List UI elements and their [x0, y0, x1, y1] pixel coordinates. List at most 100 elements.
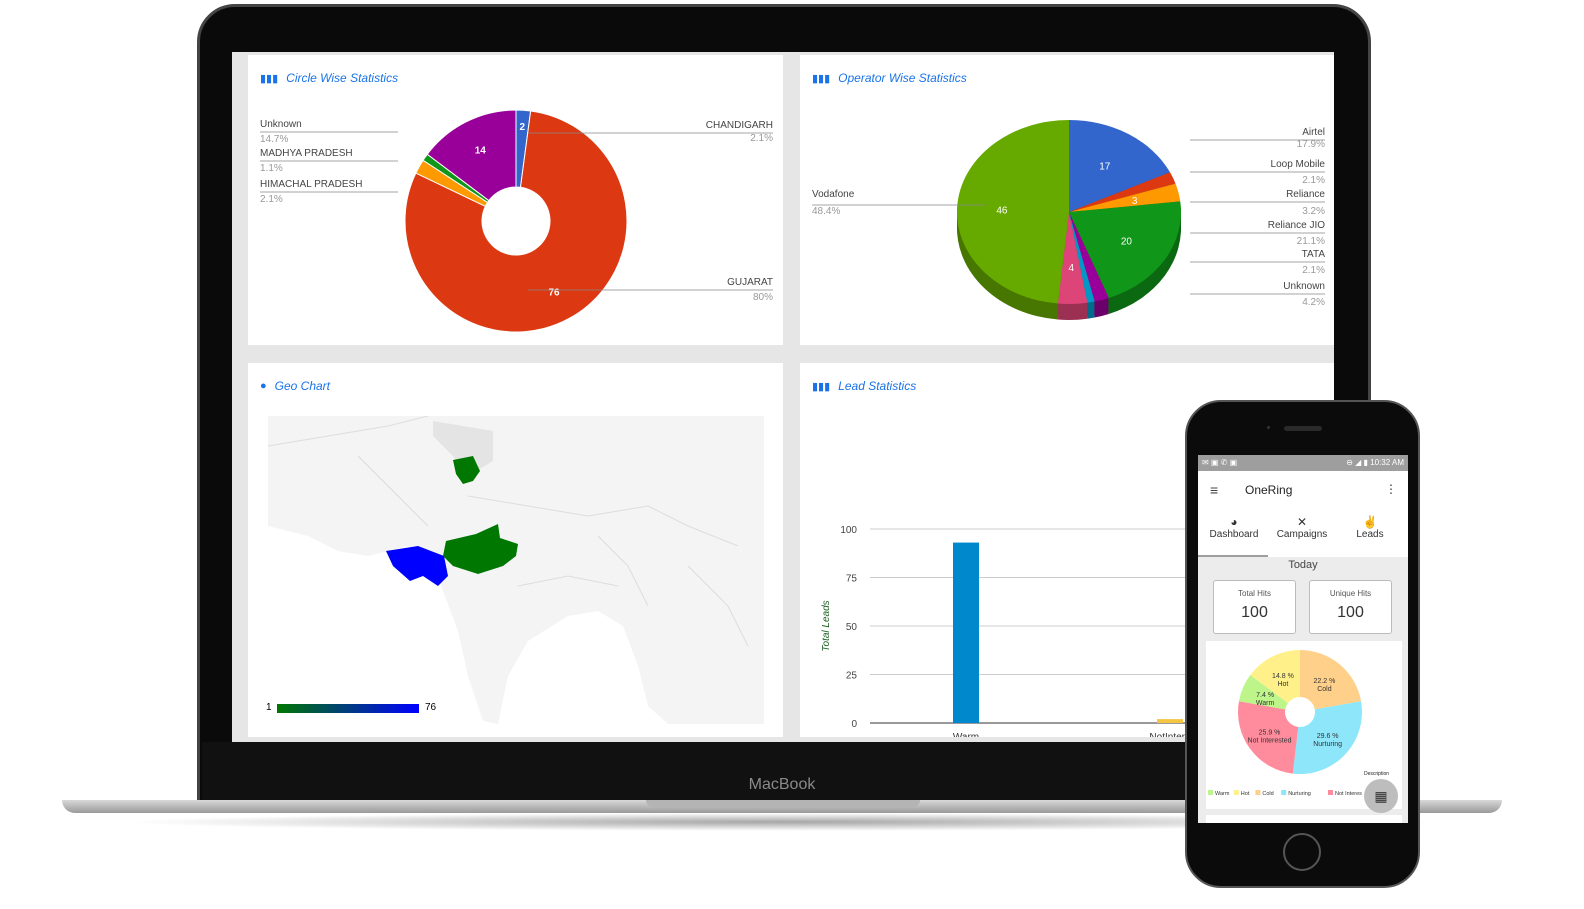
geo-map[interactable]	[268, 416, 764, 724]
slice-label: GUJARAT	[727, 277, 773, 288]
slice-value-label: 76	[549, 287, 561, 298]
y-tick-label: 100	[840, 525, 857, 536]
legend-max: 76	[425, 702, 437, 713]
home-button[interactable]	[1283, 833, 1321, 871]
bar	[1157, 719, 1183, 723]
total-hits-card: Total Hits 100	[1213, 580, 1296, 634]
section-title: Today	[1288, 559, 1318, 571]
slice-percent: 48.4%	[812, 206, 840, 217]
slice-percent: 80%	[753, 292, 773, 303]
x-tick-label: Warm	[953, 732, 979, 737]
slice-value-label: 17	[1099, 161, 1111, 172]
slice-label: Reliance JIO	[1268, 220, 1325, 231]
slice-percent: 2.1%	[1302, 265, 1325, 276]
card-value: 100	[1241, 604, 1268, 621]
next-card	[1206, 815, 1402, 823]
app-title: OneRing	[1245, 483, 1293, 497]
status-icons: ⊖ ◢ ▮	[1346, 458, 1371, 467]
y-tick-label: 25	[846, 671, 858, 682]
slice-value-label: 20	[1121, 237, 1133, 248]
y-tick-label: 50	[846, 622, 858, 633]
status-time: 10:32 AM	[1370, 458, 1404, 467]
description-label: Description	[1364, 771, 1390, 777]
unique-hits-card: Unique Hits 100	[1309, 580, 1392, 634]
slice-percent: 25.9 %	[1259, 730, 1281, 737]
slice-percent: 2.1%	[750, 133, 773, 144]
slice-label: Unknown	[260, 119, 302, 130]
slice-percent: 14.8 %	[1272, 673, 1294, 680]
calendar-fab[interactable]: ▦	[1364, 779, 1398, 813]
slice-label: MADHYA PRADESH	[260, 148, 353, 159]
slice-value-label: 2	[519, 122, 525, 133]
hand-icon: ✌	[1362, 515, 1378, 529]
notification-icons: ✉ ▣ ✆ ▣	[1202, 458, 1238, 467]
laptop-screen: ▮▮▮ Circle Wise Statistics 2 76 14 CHANDIGAR…	[232, 52, 1334, 742]
slice-percent: 2.1%	[1302, 175, 1325, 186]
slice-label: Not Interested	[1248, 738, 1292, 745]
slice-percent: 4.2%	[1302, 297, 1325, 308]
active-tab-indicator	[1198, 555, 1268, 557]
legend-min: 1	[266, 702, 272, 713]
operator-wise-panel: ▮▮▮ Operator Wise Statistics 17 3 20 4 46 Airt…	[800, 55, 1334, 345]
slice-percent: 7.4 %	[1256, 692, 1274, 699]
slice-label: TATA	[1302, 249, 1326, 260]
y-axis-title: Total Leads	[821, 600, 832, 651]
slice-percent: 21.1%	[1297, 236, 1325, 247]
panel-title: ● Geo Chart	[260, 379, 330, 393]
phone-camera	[1267, 426, 1270, 429]
slice-label: Airtel	[1302, 127, 1325, 138]
slice-label: Vodafone	[812, 189, 855, 200]
slice-label: Hot	[1277, 681, 1288, 688]
slice-percent: 22.2 %	[1314, 678, 1336, 685]
legend-label: Warm	[1215, 791, 1230, 797]
circle-wise-panel: ▮▮▮ Circle Wise Statistics 2 76 14 CHANDIGAR…	[248, 55, 783, 345]
tab-leads[interactable]: ✌ Leads	[1338, 515, 1402, 540]
laptop-notch	[646, 800, 920, 807]
y-tick-label: 0	[851, 719, 857, 730]
calendar-icon: ▦	[1374, 788, 1388, 804]
slice-value-label: 14	[475, 145, 487, 156]
color-scale-legend	[277, 704, 419, 713]
tab-campaigns[interactable]: ✕ Campaigns	[1270, 515, 1334, 540]
slice-percent: 3.2%	[1302, 206, 1325, 217]
geo-chart-panel: ● Geo Chart 1 76	[248, 363, 783, 737]
circle-pie-chart: 2 76 14 CHANDIGARH 2.1% GUJARAT 80% HIMACHAL PR…	[260, 109, 773, 333]
slice-percent: 29.6 %	[1317, 733, 1339, 740]
card-label: Total Hits	[1238, 589, 1271, 598]
slice-label: Nurturing	[1313, 741, 1342, 748]
operator-pie-chart: 17320446Airtel17.9%Loop Mobile2.1%Relian…	[812, 120, 1326, 320]
legend-swatch	[1255, 790, 1261, 795]
campaign-icon: ✕	[1296, 515, 1308, 529]
card-value: 100	[1337, 604, 1364, 621]
menu-icon[interactable]: ≡	[1210, 482, 1218, 498]
tab-label: Campaigns	[1276, 529, 1328, 540]
slice-label: Unknown	[1283, 281, 1325, 292]
legend-swatch	[1281, 790, 1287, 795]
slice-percent: 1.1%	[260, 163, 283, 174]
phone-speaker	[1284, 426, 1322, 431]
slice-label: CHANDIGARH	[706, 120, 773, 131]
slice-label: Warm	[1256, 700, 1275, 707]
legend-label: Hot	[1241, 791, 1250, 797]
slice-label: Reliance	[1286, 189, 1325, 200]
status-bar: ✉ ▣ ✆ ▣ ⊖ ◢ ▮ 10:32 AM	[1198, 455, 1408, 471]
legend-label: Cold	[1262, 791, 1273, 797]
tab-label: Dashboard	[1209, 529, 1259, 540]
legend-swatch	[1233, 790, 1239, 795]
phone-screen: ✉ ▣ ✆ ▣ ⊖ ◢ ▮ 10:32 AM ≡ OneRing ⋮ ◕ Dashb…	[1198, 455, 1408, 823]
slice-label: Loop Mobile	[1271, 159, 1326, 170]
card-label: Unique Hits	[1329, 589, 1372, 598]
slice-percent: 2.1%	[260, 194, 283, 205]
slice-label: Cold	[1317, 686, 1332, 693]
globe-icon: ●	[260, 380, 267, 392]
pie-chart-icon: ◕	[1230, 515, 1238, 529]
legend-swatch	[1328, 790, 1333, 795]
tab-dashboard[interactable]: ◕ Dashboard	[1202, 515, 1266, 540]
y-tick-label: 75	[846, 574, 858, 585]
more-icon[interactable]: ⋮	[1385, 482, 1397, 496]
legend-swatch	[1208, 790, 1213, 795]
bar	[953, 542, 979, 723]
panel-title-text: Geo Chart	[274, 379, 331, 393]
slice-percent: 14.7%	[260, 134, 288, 145]
tab-label: Leads	[1356, 529, 1384, 540]
